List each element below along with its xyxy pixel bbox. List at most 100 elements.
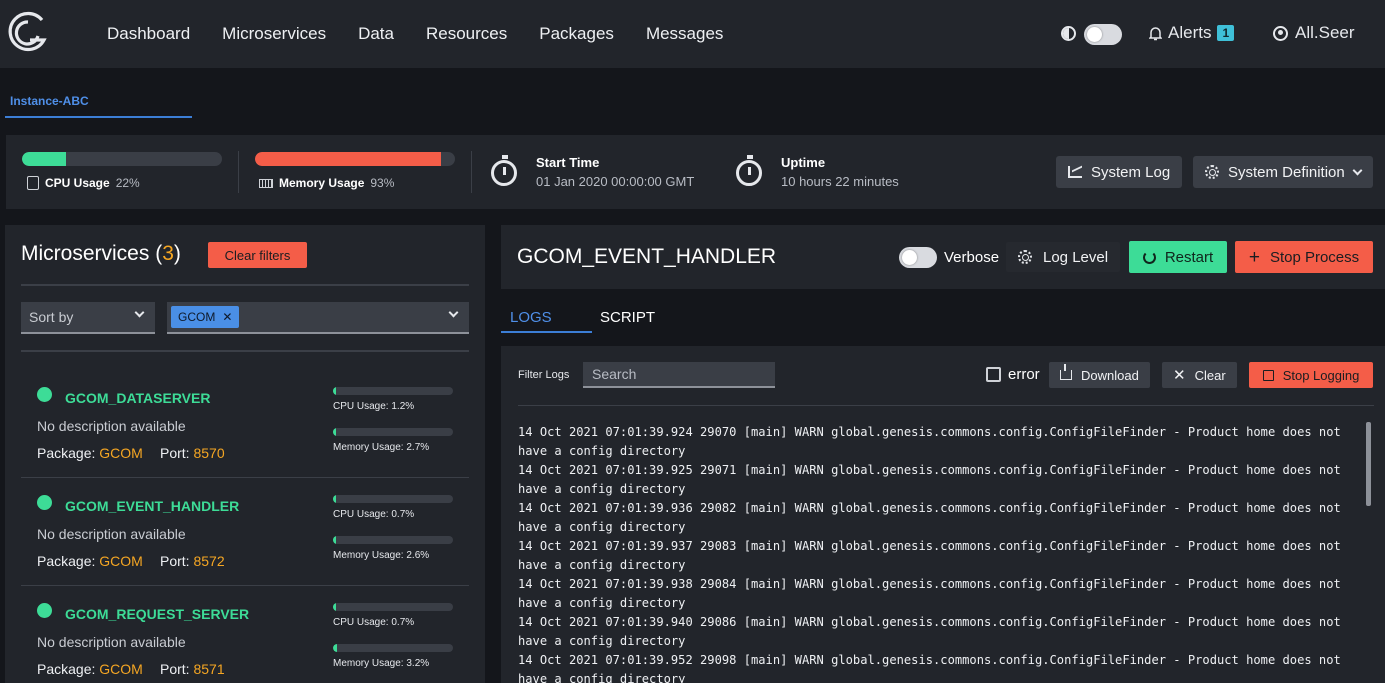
stop-icon	[1262, 369, 1274, 381]
cpu-usage-label: CPU Usage	[45, 176, 110, 190]
cpu-usage-text: CPU Usage: 0.7%	[333, 509, 415, 520]
microservices-title-text: Microservices	[21, 242, 150, 265]
filter-select[interactable]: GCOM ✕	[167, 302, 469, 334]
download-button[interactable]: Download	[1049, 362, 1150, 388]
contrast-icon	[1061, 26, 1076, 41]
start-time-value: 01 Jan 2020 00:00:00 GMT	[536, 174, 695, 189]
list-item[interactable]: GCOM_DATASERVER No description available…	[21, 370, 469, 478]
microservices-count: 3	[162, 242, 174, 265]
stopwatch-icon	[491, 155, 517, 186]
bell-icon	[1149, 26, 1162, 40]
memory-usage-bar-fill	[255, 152, 441, 166]
sort-by-select[interactable]: Sort by	[21, 302, 155, 334]
error-checkbox[interactable]	[986, 367, 1001, 382]
log-line: 14 Oct 2021 07:01:39.940 29086 [main] WA…	[518, 615, 1341, 648]
nav-dashboard[interactable]: Dashboard	[107, 24, 190, 44]
user-icon	[1273, 25, 1288, 41]
divider	[21, 350, 469, 352]
nav-messages[interactable]: Messages	[646, 24, 723, 44]
cpu-usage-percent: 22%	[115, 176, 140, 190]
search-input[interactable]	[583, 362, 775, 388]
memory-usage-label: Memory Usage	[279, 176, 365, 190]
memory-usage-text: Memory Usage: 3.2%	[333, 658, 430, 669]
package-label: Package:	[37, 553, 96, 569]
nav-data[interactable]: Data	[358, 24, 394, 44]
clear-filters-button[interactable]: Clear filters	[208, 242, 307, 268]
memory-usage-text: Memory Usage: 2.7%	[333, 442, 430, 453]
verbose-toggle[interactable]	[899, 247, 937, 268]
microservice-port: Port: 8572	[160, 553, 225, 569]
list-item[interactable]: GCOM_EVENT_HANDLER No description availa…	[21, 478, 469, 586]
cpu-usage-bar-fill	[333, 387, 336, 395]
list-item[interactable]: GCOM_REQUEST_SERVER No description avail…	[21, 586, 469, 683]
stop-process-button[interactable]: + Stop Process	[1235, 241, 1373, 273]
microservice-package: Package: GCOM	[37, 553, 143, 569]
sort-by-label: Sort by	[29, 309, 74, 325]
log-scrollbar[interactable]	[1366, 422, 1371, 506]
package-label: Package:	[37, 445, 96, 461]
process-tabs: LOGS SCRIPT	[501, 300, 1385, 334]
divider	[21, 284, 469, 286]
user-menu[interactable]: All.Seer	[1273, 23, 1355, 43]
nav-microservices[interactable]: Microservices	[222, 24, 326, 44]
clear-button[interactable]: ✕ Clear	[1162, 362, 1237, 388]
stats-bar: CPU Usage 22% Memory Usage 93% Start Tim…	[6, 135, 1385, 209]
close-icon[interactable]: ✕	[222, 310, 232, 324]
uptime-value: 10 hours 22 minutes	[781, 174, 899, 189]
start-time-label: Start Time	[536, 155, 600, 170]
chevron-down-icon	[448, 307, 459, 318]
gear-icon	[1205, 165, 1219, 179]
error-checkbox-label: error	[1008, 366, 1040, 383]
restart-button[interactable]: Restart	[1129, 241, 1227, 273]
theme-toggle[interactable]	[1084, 24, 1122, 45]
memory-usage-bar	[333, 428, 453, 436]
filter-tag-label: GCOM	[178, 310, 216, 324]
chevron-down-icon	[1352, 165, 1363, 175]
memory-usage-bar-fill	[333, 644, 337, 652]
port-value: 8571	[193, 661, 225, 677]
close-icon: ✕	[1173, 366, 1186, 384]
microservice-name: GCOM_REQUEST_SERVER	[65, 606, 250, 622]
alerts-label: Alerts	[1168, 23, 1212, 42]
memory-usage-bar	[255, 152, 455, 166]
microservice-name: GCOM_DATASERVER	[65, 390, 211, 406]
logs-panel: Filter Logs error Download ✕ Clear Stop …	[501, 346, 1385, 683]
cpu-usage-bar	[22, 152, 222, 166]
alerts-button[interactable]: Alerts 1	[1149, 23, 1235, 43]
port-label: Port:	[160, 553, 190, 569]
log-level-button[interactable]: Log Level	[1006, 242, 1121, 272]
plus-icon: +	[1248, 246, 1260, 268]
verbose-label: Verbose	[944, 249, 1000, 266]
uptime-label: Uptime	[781, 155, 826, 170]
log-line: 14 Oct 2021 07:01:39.937 29083 [main] WA…	[518, 539, 1341, 572]
stop-process-label: Stop Process	[1269, 248, 1360, 266]
microservices-list: GCOM_DATASERVER No description available…	[21, 370, 469, 683]
main-nav: Dashboard Microservices Data Resources P…	[107, 0, 755, 68]
filter-tag[interactable]: GCOM ✕	[171, 306, 240, 328]
genesis-logo-icon[interactable]	[6, 10, 50, 56]
stop-logging-button[interactable]: Stop Logging	[1249, 362, 1373, 388]
status-dot	[37, 387, 52, 402]
status-dot	[37, 603, 52, 618]
cpu-usage-label-group: CPU Usage 22%	[27, 176, 140, 190]
download-label: Download	[1081, 367, 1139, 383]
nav-packages[interactable]: Packages	[539, 24, 614, 44]
restart-icon	[1142, 250, 1156, 264]
cpu-usage-bar	[333, 387, 453, 395]
microservices-title: Microservices (3)	[21, 242, 181, 265]
instance-tab-label: Instance-ABC	[10, 94, 89, 108]
tab-instance[interactable]: Instance-ABC	[5, 92, 192, 118]
gear-icon	[1018, 250, 1032, 264]
system-definition-button[interactable]: System Definition	[1193, 156, 1373, 188]
system-log-button[interactable]: System Log	[1056, 156, 1183, 188]
divider	[238, 151, 239, 193]
microservice-package: Package: GCOM	[37, 445, 143, 461]
user-name: All.Seer	[1295, 23, 1355, 42]
port-label: Port:	[160, 661, 190, 677]
clear-label: Clear	[1194, 367, 1226, 383]
nav-resources[interactable]: Resources	[426, 24, 507, 44]
system-log-label: System Log	[1091, 163, 1171, 181]
tab-script[interactable]: SCRIPT	[600, 309, 655, 326]
tab-logs[interactable]: LOGS	[510, 309, 552, 326]
microservice-description: No description available	[37, 526, 186, 542]
